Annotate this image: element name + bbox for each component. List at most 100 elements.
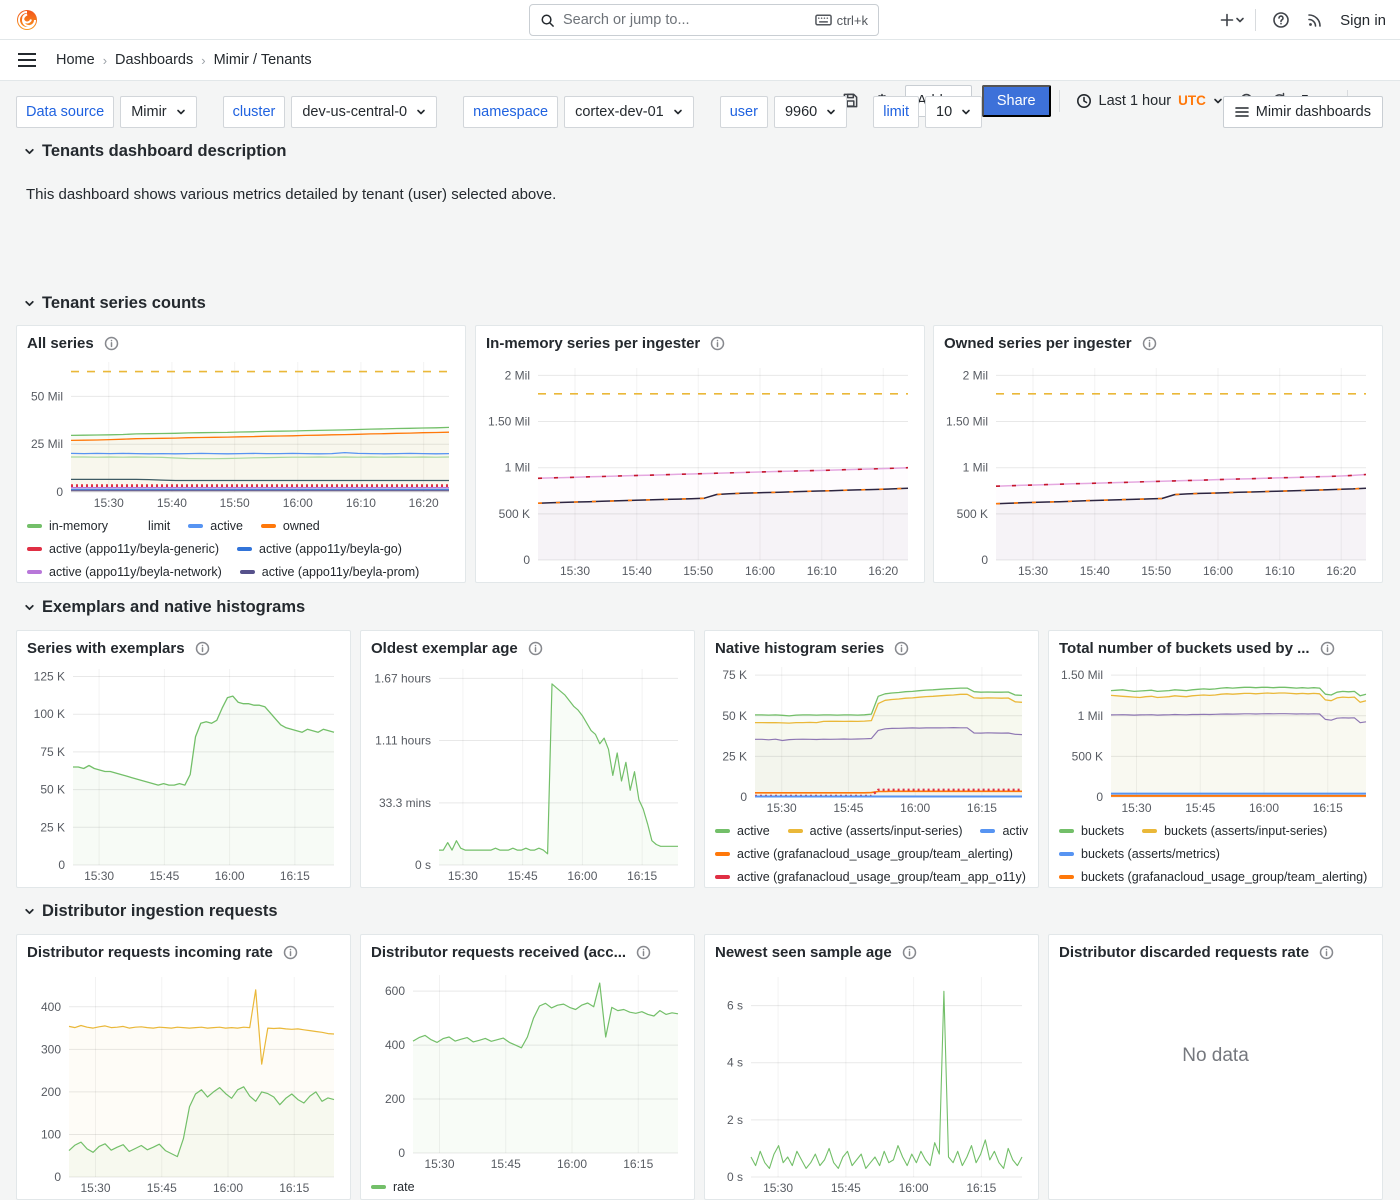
mega-menu-button[interactable] (12, 45, 42, 75)
svg-text:15:40: 15:40 (1080, 564, 1110, 578)
grafana-logo[interactable] (14, 7, 40, 33)
search-input[interactable]: Search or jump to... ctrl+k (529, 4, 879, 36)
section-exemplars[interactable]: Exemplars and native histograms (24, 598, 305, 617)
info-icon[interactable] (104, 336, 119, 351)
section-distributor[interactable]: Distributor ingestion requests (24, 902, 278, 921)
timeseries-chart[interactable]: 15:3015:4516:0016:150500 K1 Mil1.50 Mil (1055, 659, 1376, 817)
svg-text:4 s: 4 s (727, 1056, 743, 1070)
sign-in-link[interactable]: Sign in (1340, 12, 1386, 29)
legend-item[interactable]: active (asserts/input-series) (788, 824, 963, 838)
panel-header[interactable]: Total number of buckets used by ... (1049, 631, 1382, 659)
legend-swatch (27, 570, 42, 574)
legend-item[interactable]: active (appo11y/beyla-network) (27, 565, 222, 579)
variable-cluster: cluster dev-us-central-0 (223, 96, 437, 128)
info-icon[interactable] (1142, 336, 1157, 351)
news-button[interactable] (1300, 5, 1330, 35)
panel-header[interactable]: Series with exemplars (17, 631, 350, 659)
breadcrumb-home[interactable]: Home (56, 52, 95, 68)
timeseries-chart[interactable]: 15:3015:4015:5016:0016:1016:200500 K1 Mi… (482, 354, 918, 580)
legend-item[interactable]: in-memory (27, 519, 108, 533)
section-description[interactable]: Tenants dashboard description (24, 142, 286, 161)
section-series-counts[interactable]: Tenant series counts (24, 294, 206, 313)
legend-item[interactable]: active (appo11y/beyla-prom) (240, 565, 419, 579)
info-icon[interactable] (283, 945, 298, 960)
legend-item[interactable]: active (appo11y/beyla-go) (237, 542, 402, 556)
user-select[interactable]: 9960 (774, 96, 847, 128)
panel-header[interactable]: In-memory series per ingester (476, 326, 924, 354)
panel-header[interactable]: Native histogram series (705, 631, 1038, 659)
namespace-label: namespace (463, 96, 558, 128)
info-icon[interactable] (1320, 641, 1335, 656)
svg-text:400: 400 (41, 1000, 61, 1014)
panel-header[interactable]: Distributor discarded requests rate (1049, 935, 1382, 963)
legend-item[interactable]: active (asserts/metrics) (980, 824, 1028, 838)
svg-text:100 K: 100 K (34, 707, 65, 721)
svg-text:1.11 hours: 1.11 hours (375, 733, 431, 747)
timeseries-chart[interactable]: 15:3015:4516:0016:15025 K50 K75 K100 K12… (23, 659, 344, 885)
panel-oldest-exemplar-age: Oldest exemplar age 15:3015:4516:0016:15… (360, 630, 695, 888)
panel-header[interactable]: Newest seen sample age (705, 935, 1038, 963)
legend-label: active (appo11y/beyla-prom) (262, 565, 419, 579)
timeseries-chart[interactable]: 15:3015:4015:5016:0016:1016:200500 K1 Mi… (940, 354, 1376, 580)
breadcrumb-dashboards[interactable]: Dashboards (115, 52, 193, 68)
chevron-down-icon (24, 602, 35, 613)
svg-text:1.50 Mil: 1.50 Mil (1061, 668, 1103, 682)
share-button[interactable]: Share (982, 85, 1051, 117)
timeseries-chart[interactable]: 15:3015:4516:0016:150200400600 (367, 963, 688, 1173)
legend-item[interactable]: active (appo11y/beyla-generic) (27, 542, 219, 556)
info-icon[interactable] (528, 641, 543, 656)
panel-header[interactable]: Distributor requests received (acc... (361, 935, 694, 963)
legend-item[interactable]: buckets (asserts/metrics) (1059, 847, 1220, 861)
timezone-label: UTC (1178, 93, 1206, 108)
svg-text:15:45: 15:45 (491, 1157, 521, 1171)
timeseries-chart[interactable]: 15:3015:4516:0016:150100200300400 (23, 963, 344, 1197)
panel-header[interactable]: Oldest exemplar age (361, 631, 694, 659)
panel-header[interactable]: All series (17, 326, 465, 354)
svg-text:15:30: 15:30 (424, 1157, 454, 1171)
svg-text:16:15: 16:15 (279, 1181, 309, 1195)
svg-text:500 K: 500 K (957, 507, 988, 521)
info-icon[interactable] (710, 336, 725, 351)
namespace-select[interactable]: cortex-dev-01 (564, 96, 694, 128)
legend-item[interactable]: active (188, 519, 243, 533)
chevron-down-icon (1235, 15, 1245, 25)
timeseries-chart[interactable]: 15:3015:4516:0016:150 s33.3 mins1.11 hou… (367, 659, 688, 885)
new-menu-button[interactable] (1219, 12, 1245, 28)
legend-item[interactable]: active (715, 824, 770, 838)
help-button[interactable] (1266, 5, 1296, 35)
legend-swatch (1059, 829, 1074, 833)
info-icon[interactable] (902, 945, 917, 960)
list-icon (1235, 106, 1249, 118)
legend-item[interactable]: rate (371, 1180, 415, 1194)
info-icon[interactable] (1319, 945, 1334, 960)
info-icon[interactable] (894, 641, 909, 656)
limit-select[interactable]: 10 (925, 96, 982, 128)
timeseries-chart[interactable]: 15:3015:4516:0016:15025 K50 K75 K (711, 659, 1032, 817)
svg-text:6 s: 6 s (727, 999, 743, 1013)
info-icon[interactable] (636, 945, 651, 960)
mimir-dashboards-button[interactable]: Mimir dashboards (1223, 96, 1383, 128)
time-range-picker[interactable]: Last 1 hour UTC (1068, 85, 1231, 117)
timeseries-chart[interactable]: 15:3015:4015:5016:0016:1016:20025 Mil50 … (23, 354, 459, 512)
panel-header[interactable]: Distributor requests incoming rate (17, 935, 350, 963)
svg-text:1.50 Mil: 1.50 Mil (488, 415, 530, 429)
panel-header[interactable]: Owned series per ingester (934, 326, 1382, 354)
legend-item[interactable]: active (grafanacloud_usage_group/team_ap… (715, 870, 1026, 884)
timeseries-chart[interactable]: 15:3015:4516:0016:150 s2 s4 s6 s (711, 963, 1032, 1197)
legend-item[interactable]: buckets (grafanacloud_usage_group/team_a… (1059, 870, 1367, 884)
legend-item[interactable]: buckets (1059, 824, 1124, 838)
legend-swatch (126, 524, 141, 528)
cluster-select[interactable]: dev-us-central-0 (291, 96, 437, 128)
info-icon[interactable] (195, 641, 210, 656)
datasource-select[interactable]: Mimir (120, 96, 196, 128)
legend-item[interactable]: owned (261, 519, 320, 533)
legend-item[interactable]: buckets (asserts/input-series) (1142, 824, 1327, 838)
legend-label: rate (393, 1180, 415, 1194)
legend-label: limit (148, 519, 170, 533)
chart-legend: in-memory limit active owned active (appo11y… (17, 512, 465, 583)
chevron-down-icon (416, 107, 426, 117)
legend-item[interactable]: limit (126, 519, 170, 533)
legend-item[interactable]: active (grafanacloud_usage_group/team_al… (715, 847, 1013, 861)
breadcrumb-current: Mimir / Tenants (214, 52, 312, 68)
legend-swatch (237, 547, 252, 551)
